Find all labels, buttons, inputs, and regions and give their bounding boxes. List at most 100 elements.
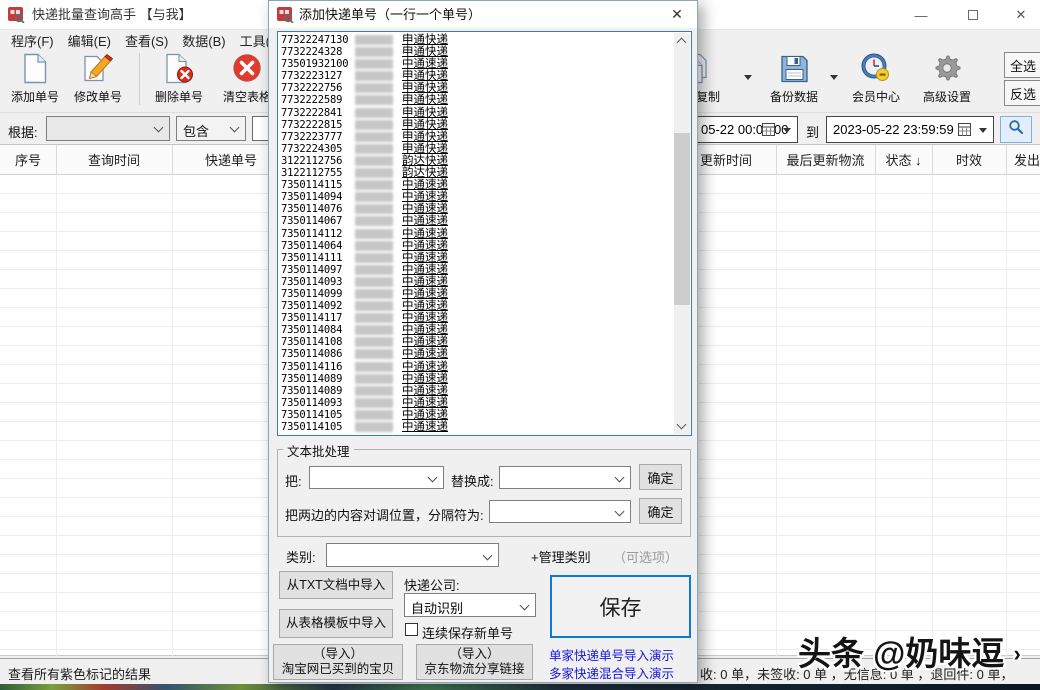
menu-program[interactable]: 程序(F) — [4, 30, 61, 49]
column-header-duration[interactable]: 时效 — [932, 145, 1006, 176]
minimize-button[interactable]: — — [900, 0, 942, 30]
column-header-last-logistics[interactable]: 最后更新物流 — [776, 145, 875, 176]
delete-number-button[interactable]: 删除单号 — [146, 50, 212, 108]
tracking-row: 7350114067 中通速递 — [281, 215, 673, 227]
tracking-row: 7350114099 中通速递 — [281, 288, 673, 300]
table-gridline — [1006, 175, 1007, 656]
censored-digits — [355, 83, 393, 94]
courier-name: 申通快递 — [402, 106, 448, 119]
backup-data-label: 备份数据 — [769, 90, 818, 104]
courier-name: 中通速递 — [402, 348, 448, 361]
close-button[interactable]: ✕ — [1000, 0, 1040, 30]
courier-company-combobox[interactable]: 自动识别 — [404, 593, 536, 617]
import-jd-button[interactable]: （导入） 京东物流分享链接 — [416, 644, 533, 680]
textarea-scrollbar[interactable] — [674, 33, 690, 434]
header-separator — [875, 145, 876, 176]
search-button[interactable] — [1000, 116, 1032, 143]
select-all-button[interactable]: 全选 — [1004, 52, 1040, 78]
column-header-index[interactable]: 序号 — [0, 145, 56, 176]
invert-select-button[interactable]: 反选 — [1004, 80, 1040, 106]
tracking-row: 7350114105 中通速递 — [281, 421, 673, 433]
backup-dropdown-arrow-icon[interactable] — [830, 75, 838, 80]
mixed-courier-demo-link[interactable]: 多家快递混合导入演示 — [549, 663, 674, 682]
courier-name: 申通快递 — [402, 118, 448, 131]
tracking-row: 7350114092 中通速递 — [281, 300, 673, 312]
tracking-row: 7350114093 中通速递 — [281, 276, 673, 288]
censored-digits — [355, 71, 393, 82]
swap-ok-button[interactable]: 确定 — [639, 498, 682, 524]
courier-name: 韵达快递 — [402, 154, 448, 167]
date-dropdown-arrow-icon[interactable] — [979, 128, 987, 133]
optional-note: （可选项） — [613, 550, 679, 565]
tracking-number: 7350114116 — [281, 360, 343, 373]
edit-number-button[interactable]: 修改单号 — [66, 50, 130, 108]
scrollbar-thumb[interactable] — [674, 133, 690, 305]
tracking-number: 7350114108 — [281, 336, 343, 349]
single-courier-demo-link[interactable]: 单家快递单号导入演示 — [549, 645, 674, 664]
tracking-number: 3122112756 — [281, 154, 343, 167]
column-header-update-time[interactable]: 更新时间 — [700, 145, 752, 176]
column-header-origin[interactable]: 发出 — [1006, 145, 1040, 176]
menu-view[interactable]: 查看(S) — [118, 30, 175, 49]
courier-name: 中通速递 — [402, 372, 448, 385]
category-combobox[interactable] — [326, 543, 499, 567]
date-dropdown-arrow-icon[interactable] — [783, 128, 791, 133]
censored-digits — [355, 373, 393, 384]
replace-ok-button[interactable]: 确定 — [639, 464, 682, 490]
tracking-number: 7732222815 — [281, 118, 343, 131]
import-txt-button[interactable]: 从TXT文档中导入 — [279, 571, 393, 599]
import-jd-line2: 京东物流分享链接 — [424, 662, 525, 676]
censored-digits — [355, 325, 393, 336]
censored-digits — [355, 180, 393, 191]
tracking-row: 7732222756 申通快递 — [281, 82, 673, 94]
calendar-icon[interactable] — [958, 123, 971, 139]
censored-digits — [355, 59, 393, 70]
swap-separator-combobox[interactable] — [489, 500, 631, 523]
tracking-number: 7350114094 — [281, 191, 343, 204]
tracking-row: 7350114117 中通速递 — [281, 312, 673, 324]
replace-from-combobox[interactable] — [309, 466, 444, 489]
tracking-row: 7350114064 中通速递 — [281, 240, 673, 252]
copy-dropdown-arrow-icon[interactable] — [744, 75, 752, 80]
filter-by-label: 根据: — [8, 125, 38, 140]
chevron-down-icon — [229, 122, 240, 133]
advanced-settings-button[interactable]: 高级设置 — [915, 50, 979, 108]
censored-digits — [355, 107, 393, 118]
courier-name: 中通速递 — [402, 287, 448, 300]
tracking-row: 73501932100 中通速递 — [281, 58, 673, 70]
maximize-button[interactable] — [952, 0, 994, 30]
dialog-close-button[interactable]: ✕ — [661, 1, 693, 28]
tracking-number: 7350114105 — [281, 421, 343, 433]
edit-number-label: 修改单号 — [73, 90, 122, 104]
import-template-button[interactable]: 从表格模板中导入 — [279, 609, 393, 638]
date-to-field[interactable]: 2023-05-22 23:59:59 — [826, 116, 994, 143]
courier-name: 申通快递 — [402, 94, 448, 107]
member-center-button[interactable]: 会员中心 — [845, 50, 907, 108]
column-header-status-sorted[interactable]: 状态 ↓ — [875, 145, 932, 176]
scroll-up-icon[interactable] — [676, 37, 687, 48]
add-number-button[interactable]: 添加单号 — [6, 50, 64, 108]
menu-data[interactable]: 数据(B) — [175, 30, 232, 49]
scroll-down-icon[interactable] — [676, 419, 687, 430]
replace-to-combobox[interactable] — [499, 466, 631, 489]
censored-digits — [355, 397, 393, 408]
tracking-number: 7350114115 — [281, 179, 343, 192]
menu-edit[interactable]: 编辑(E) — [61, 30, 118, 49]
tracking-number: 7732223777 — [281, 130, 343, 143]
swap-ok-label: 确定 — [647, 504, 674, 520]
tracking-row: 7732222589 申通快递 — [281, 94, 673, 106]
save-button[interactable]: 保存 — [550, 575, 691, 638]
calendar-icon[interactable] — [762, 123, 775, 139]
manage-category-link[interactable]: +管理类别 — [531, 547, 591, 566]
filter-field-combobox[interactable] — [46, 116, 170, 141]
continuous-save-checkbox[interactable] — [405, 623, 418, 636]
header-separator — [776, 145, 777, 176]
censored-digits — [355, 288, 393, 299]
column-header-query-time[interactable]: 查询时间 — [56, 145, 172, 176]
import-taobao-button[interactable]: （导入） 淘宝网已买到的宝贝 — [273, 644, 403, 680]
censored-digits — [355, 313, 393, 324]
match-mode-combobox[interactable]: 包含 — [176, 116, 246, 141]
tracking-number-textarea[interactable]: 77322247130 申通快递 7732224328 申通快递 735019321… — [277, 31, 692, 436]
backup-data-button[interactable]: 备份数据 — [760, 50, 828, 108]
page-red-x-icon — [164, 53, 194, 87]
